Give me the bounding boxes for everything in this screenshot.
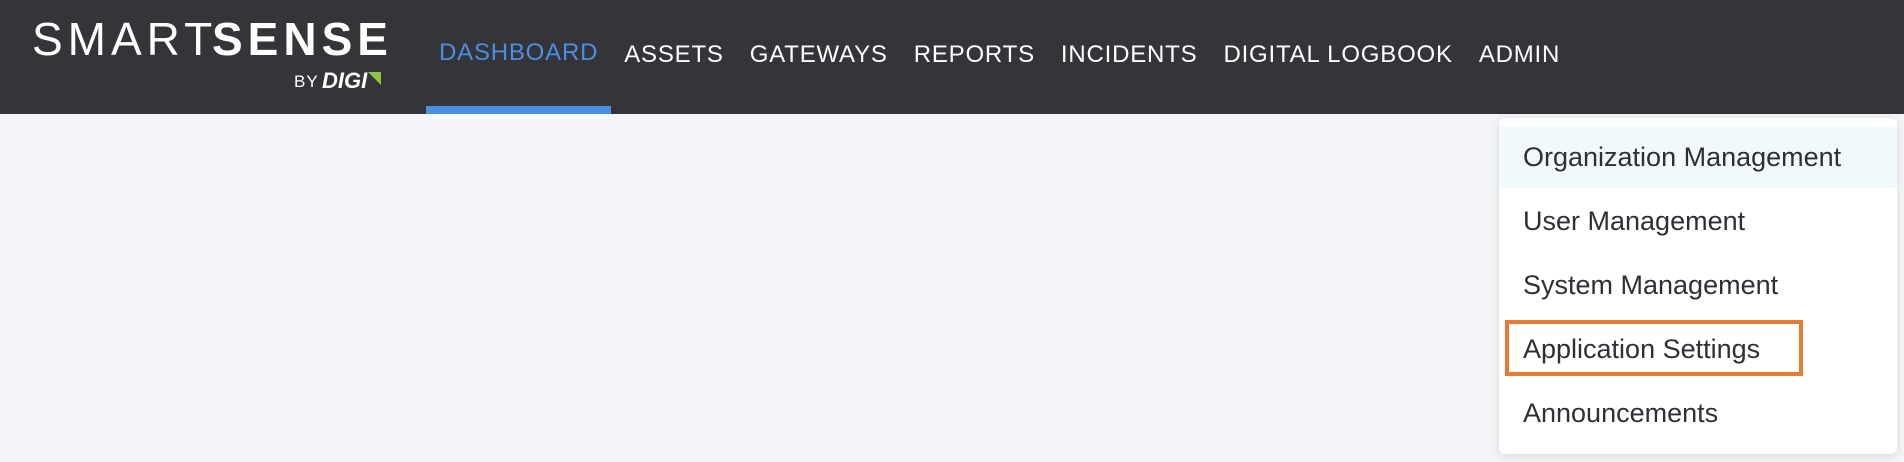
logo-smart-text: SMART bbox=[32, 13, 218, 65]
main-nav: DASHBOARD ASSETS GATEWAYS REPORTS INCIDE… bbox=[426, 0, 1573, 114]
nav-gateways[interactable]: GATEWAYS bbox=[737, 0, 901, 110]
menu-item-announcements[interactable]: Announcements bbox=[1499, 382, 1897, 444]
nav-incidents[interactable]: INCIDENTS bbox=[1048, 0, 1211, 110]
nav-assets[interactable]: ASSETS bbox=[611, 0, 737, 110]
logo-digi-text: DIGI bbox=[322, 68, 368, 93]
admin-dropdown-menu: Organization Management User Management … bbox=[1499, 118, 1897, 454]
nav-admin[interactable]: ADMIN bbox=[1466, 0, 1573, 110]
top-navbar: SMART SENSE BY DIGI DASHBOARD ASSETS GAT… bbox=[0, 0, 1904, 114]
nav-digital-logbook[interactable]: DIGITAL LOGBOOK bbox=[1210, 0, 1465, 110]
nav-dashboard[interactable]: DASHBOARD bbox=[426, 0, 612, 114]
logo-by-text: BY bbox=[294, 72, 319, 91]
menu-item-organization-management[interactable]: Organization Management bbox=[1499, 126, 1897, 188]
menu-item-user-management[interactable]: User Management bbox=[1499, 190, 1897, 252]
menu-item-system-management[interactable]: System Management bbox=[1499, 254, 1897, 316]
smartsense-logo[interactable]: SMART SENSE BY DIGI bbox=[32, 14, 392, 98]
logo-sense-text: SENSE bbox=[212, 13, 393, 65]
digi-mark-icon bbox=[368, 72, 381, 85]
nav-reports[interactable]: REPORTS bbox=[901, 0, 1048, 110]
menu-item-application-settings[interactable]: Application Settings bbox=[1499, 318, 1897, 380]
